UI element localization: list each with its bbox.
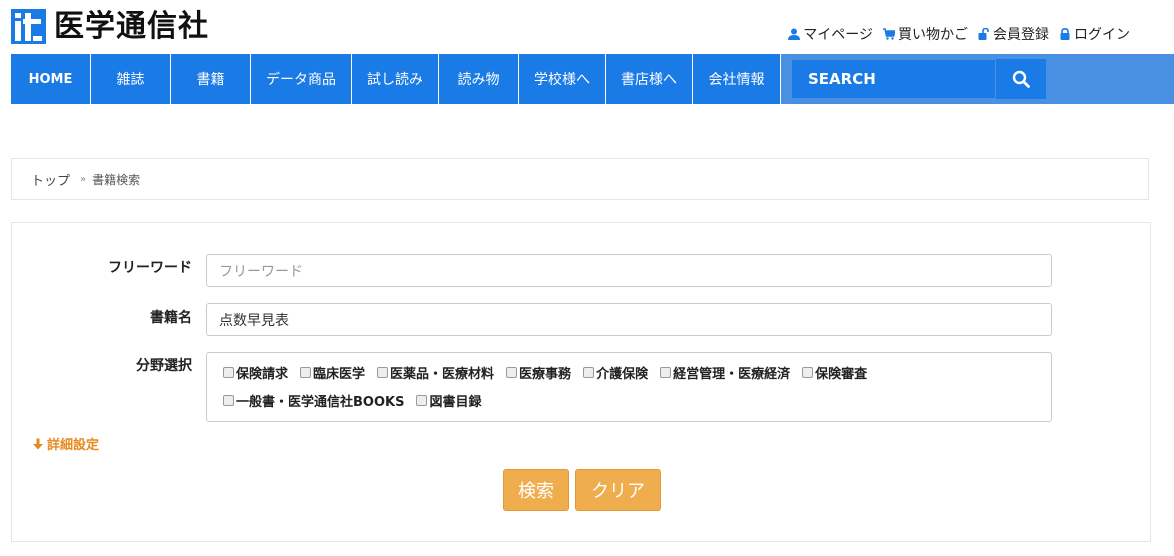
site-search-input[interactable]: SEARCH (791, 59, 996, 99)
advanced-settings-link[interactable]: 詳細設定 (32, 434, 99, 453)
mypage-link[interactable]: マイページ (788, 24, 873, 44)
checkbox[interactable] (660, 367, 672, 378)
checkbox[interactable] (802, 367, 814, 378)
checkbox[interactable] (300, 367, 312, 378)
category-care-insurance[interactable]: 介護保険 (583, 363, 648, 382)
lock-icon (1060, 28, 1070, 40)
register-label: 会員登録 (993, 27, 1049, 43)
cart-link[interactable]: 買い物かご (883, 24, 968, 44)
category-text: 一般書・医学通信社BOOKS (236, 395, 405, 410)
checkbox[interactable] (506, 367, 518, 378)
checkbox[interactable] (223, 395, 234, 406)
category-catalog[interactable]: 図書目録 (416, 391, 481, 410)
category-text: 保険請求 (236, 367, 289, 382)
category-insurance-claims[interactable]: 保険請求 (223, 363, 288, 382)
category-drugs-materials[interactable]: 医薬品・医療材料 (377, 363, 494, 382)
category-text: 介護保険 (596, 367, 649, 382)
login-link[interactable]: ログイン (1059, 24, 1130, 44)
arrow-down-icon (33, 438, 43, 449)
logo-mark-icon (11, 9, 46, 44)
breadcrumb-current: 書籍検索 (92, 172, 141, 187)
advanced-settings-label: 詳細設定 (47, 438, 100, 453)
breadcrumb-separator: » (80, 173, 87, 185)
category-select-box: 保険請求 臨床医学 医薬品・医療材料 医療事務 介護保険 経営管理・医療経済 保… (206, 352, 1052, 422)
category-management-economics[interactable]: 経営管理・医療経済 (660, 363, 790, 382)
category-row-2: 一般書・医学通信社BOOKS 図書目録 (223, 391, 481, 410)
checkbox[interactable] (377, 367, 389, 378)
freeword-label: フリーワード (108, 260, 192, 276)
category-text: 保険審査 (815, 367, 868, 382)
book-search-form: フリーワード フリーワード 書籍名 点数早見表 分野選択 保険請求 臨床医学 医… (11, 222, 1151, 542)
cart-label: 買い物かご (898, 27, 968, 43)
category-text: 経営管理・医療経済 (673, 367, 791, 382)
clear-button[interactable]: クリア (575, 469, 661, 511)
nav-item-for-schools[interactable]: 学校様へ (519, 54, 606, 104)
category-text: 医薬品・医療材料 (390, 367, 495, 382)
cart-icon (883, 28, 895, 40)
category-clinical-medicine[interactable]: 臨床医学 (300, 363, 365, 382)
search-button[interactable]: 検索 (503, 469, 569, 511)
mypage-label: マイページ (803, 27, 873, 43)
nav-item-preview[interactable]: 試し読み (352, 54, 439, 104)
checkbox[interactable] (416, 395, 428, 406)
site-search: SEARCH (791, 59, 1046, 99)
category-text: 医療事務 (519, 367, 572, 382)
nav-item-company-info[interactable]: 会社情報 (693, 54, 781, 104)
category-text: 図書目録 (429, 395, 482, 410)
nav-search-area: SEARCH (781, 54, 1174, 104)
nav-item-data-products[interactable]: データ商品 (251, 54, 352, 104)
category-general-books[interactable]: 一般書・医学通信社BOOKS (223, 391, 404, 410)
login-label: ログイン (1074, 27, 1130, 43)
search-icon (1012, 70, 1030, 88)
category-row-1: 保険請求 臨床医学 医薬品・医療材料 医療事務 介護保険 経営管理・医療経済 保… (223, 363, 867, 382)
checkbox[interactable] (223, 367, 234, 378)
nav-item-magazines[interactable]: 雑誌 (91, 54, 171, 104)
main-nav: HOME 雑誌 書籍 データ商品 試し読み 読み物 学校様へ 書店様へ 会社情報… (11, 54, 1174, 104)
nav-item-articles[interactable]: 読み物 (439, 54, 519, 104)
account-links: マイページ 買い物かご 会員登録 ログイン (788, 24, 1130, 44)
book-title-input[interactable]: 点数早見表 (206, 303, 1052, 336)
checkbox[interactable] (583, 367, 595, 378)
category-medical-office[interactable]: 医療事務 (506, 363, 571, 382)
category-label: 分野選択 (136, 358, 192, 374)
site-logo[interactable]: 医学通信社 (11, 9, 209, 44)
nav-item-home[interactable]: HOME (11, 54, 91, 104)
category-insurance-review[interactable]: 保険審査 (802, 363, 867, 382)
nav-item-books[interactable]: 書籍 (171, 54, 251, 104)
nav-item-for-bookstores[interactable]: 書店様へ (606, 54, 693, 104)
breadcrumb: トップ » 書籍検索 (11, 158, 1149, 200)
book-title-label: 書籍名 (150, 310, 192, 326)
register-link[interactable]: 会員登録 (978, 24, 1049, 44)
freeword-input[interactable]: フリーワード (206, 254, 1052, 287)
user-icon (788, 28, 801, 40)
breadcrumb-home[interactable]: トップ (31, 170, 70, 189)
site-search-button[interactable] (996, 59, 1046, 99)
category-text: 臨床医学 (313, 367, 366, 382)
unlock-icon (978, 28, 989, 40)
site-header: 医学通信社 マイページ 買い物かご 会員登録 ログイン (0, 0, 1174, 54)
logo-text: 医学通信社 (54, 9, 209, 44)
